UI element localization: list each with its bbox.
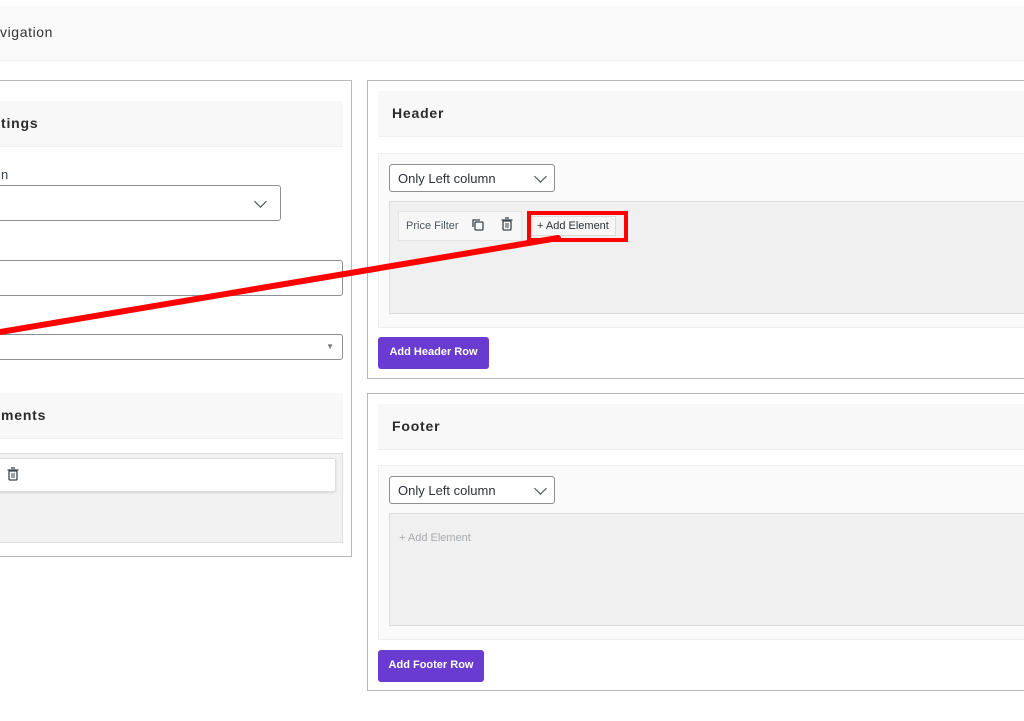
- annotation-arrow: [0, 235, 561, 335]
